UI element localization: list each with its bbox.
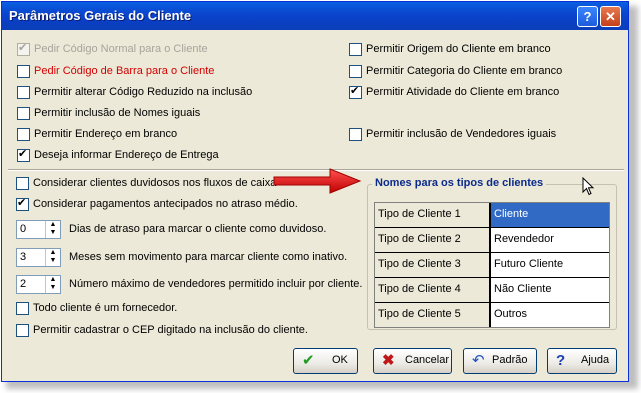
client-types-grid: Tipo de Cliente 1 Cliente Tipo de Client…: [374, 202, 610, 328]
spinner-arrows[interactable]: ▲ ▼: [45, 276, 60, 293]
spin-up-icon[interactable]: ▲: [46, 249, 60, 257]
spinner-value: 3: [20, 251, 27, 263]
checkbox[interactable]: [349, 43, 362, 56]
option-label: Pedir Código de Barra para o Cliente: [34, 65, 215, 77]
ok-label: OK: [332, 354, 348, 366]
checkbox[interactable]: [17, 148, 30, 162]
checkbox[interactable]: [17, 65, 30, 78]
checkbox[interactable]: [17, 42, 30, 56]
checkbox[interactable]: [16, 177, 29, 190]
max-vendedores-spinner[interactable]: 2 ▲ ▼: [16, 275, 61, 294]
grid-row[interactable]: Tipo de Cliente 3 Futuro Cliente: [375, 253, 609, 278]
title-bar[interactable]: Parâmetros Gerais do Cliente ? ✕: [2, 2, 628, 30]
checkbox[interactable]: [16, 324, 29, 337]
question-icon: ?: [556, 352, 566, 369]
checkbox[interactable]: [349, 65, 362, 78]
option-label: Permitir Atividade do Cliente em branco: [366, 86, 560, 98]
cancel-label: Cancelar: [405, 354, 450, 366]
mouse-cursor-icon: [582, 177, 595, 196]
option-label: Todo cliente é um fornecedor.: [33, 302, 178, 314]
dialog-window: Parâmetros Gerais do Cliente ? ✕ Pedir C…: [1, 1, 629, 382]
option-label: Permitir alterar Código Reduzido na incl…: [34, 86, 253, 98]
checkbox[interactable]: [17, 107, 30, 120]
checkbox[interactable]: [16, 302, 29, 315]
spinner-arrows[interactable]: ▲ ▼: [45, 221, 60, 238]
spin-up-icon[interactable]: ▲: [46, 276, 60, 284]
spinner-label: Número máximo de vendedores permitido in…: [69, 278, 363, 290]
spin-down-icon[interactable]: ▼: [46, 229, 60, 237]
checkbox[interactable]: [17, 86, 30, 99]
red-arrow-icon: [273, 168, 362, 194]
help-title-button[interactable]: ?: [577, 6, 598, 27]
spinner-label: Dias de atraso para marcar o cliente com…: [69, 223, 327, 235]
checkbox[interactable]: [349, 85, 362, 99]
option-label: Permitir Origem do Cliente em branco: [366, 43, 551, 55]
grid-key: Tipo de Cliente 1: [375, 203, 490, 227]
option-label: Deseja informar Endereço de Entrega: [34, 149, 219, 161]
option-label: Permitir Categoria do Cliente em branco: [366, 65, 563, 77]
spinner-arrows[interactable]: ▲ ▼: [45, 249, 60, 266]
option-label: Pedir Código Normal para o Cliente: [34, 43, 208, 55]
window-title: Parâmetros Gerais do Cliente: [9, 8, 192, 23]
option-label: Permitir Endereço em branco: [34, 128, 178, 140]
x-icon: ✖: [382, 352, 395, 369]
spin-down-icon[interactable]: ▼: [46, 284, 60, 292]
grid-key: Tipo de Cliente 4: [375, 278, 490, 302]
help-label: Ajuda: [581, 354, 610, 366]
grid-value-cell[interactable]: Futuro Cliente: [491, 253, 609, 277]
spinner-label: Meses sem movimento para marcar cliente …: [69, 251, 348, 263]
grid-key: Tipo de Cliente 2: [375, 228, 490, 252]
default-button[interactable]: ↶ Padrão: [463, 348, 537, 374]
option-label: Permitir inclusão de Nomes iguais: [34, 107, 201, 119]
ok-button[interactable]: ✔ OK: [293, 348, 358, 374]
spinner-value: 2: [20, 278, 27, 290]
client-types-title: Nomes para os tipos de clientes: [372, 177, 547, 189]
grid-value-cell[interactable]: Não Cliente: [491, 278, 609, 302]
option-label: Considerar clientes duvidosos nos fluxos…: [33, 177, 277, 189]
undo-icon: ↶: [472, 352, 485, 369]
grid-row[interactable]: Tipo de Cliente 2 Revendedor: [375, 228, 609, 253]
option-label: Permitir cadastrar o CEP digitado na inc…: [33, 324, 308, 336]
grid-value-cell[interactable]: Revendedor: [491, 228, 609, 252]
grid-key: Tipo de Cliente 3: [375, 253, 490, 277]
close-button[interactable]: ✕: [600, 6, 621, 27]
grid-row[interactable]: Tipo de Cliente 1 Cliente: [375, 203, 609, 228]
grid-value-cell[interactable]: Cliente: [491, 203, 609, 227]
grid-value-cell[interactable]: Outros: [491, 303, 609, 327]
checkbox[interactable]: [17, 128, 30, 141]
checkbox[interactable]: [16, 197, 29, 211]
cancel-button[interactable]: ✖ Cancelar: [373, 348, 452, 374]
grid-row[interactable]: Tipo de Cliente 5 Outros: [375, 303, 609, 327]
option-label: Permitir inclusão de Vendedores iguais: [366, 128, 557, 140]
option-label: Considerar pagamentos antecipados no atr…: [33, 198, 298, 210]
spin-down-icon[interactable]: ▼: [46, 257, 60, 265]
default-label: Padrão: [492, 354, 528, 366]
check-icon: ✔: [302, 352, 315, 369]
spin-up-icon[interactable]: ▲: [46, 221, 60, 229]
meses-sem-movimento-spinner[interactable]: 3 ▲ ▼: [16, 248, 61, 267]
spinner-value: 0: [20, 223, 27, 235]
grid-row[interactable]: Tipo de Cliente 4 Não Cliente: [375, 278, 609, 303]
dias-atraso-spinner[interactable]: 0 ▲ ▼: [16, 220, 61, 239]
grid-key: Tipo de Cliente 5: [375, 303, 490, 327]
checkbox[interactable]: [349, 128, 362, 141]
help-button[interactable]: ? Ajuda: [547, 348, 617, 374]
